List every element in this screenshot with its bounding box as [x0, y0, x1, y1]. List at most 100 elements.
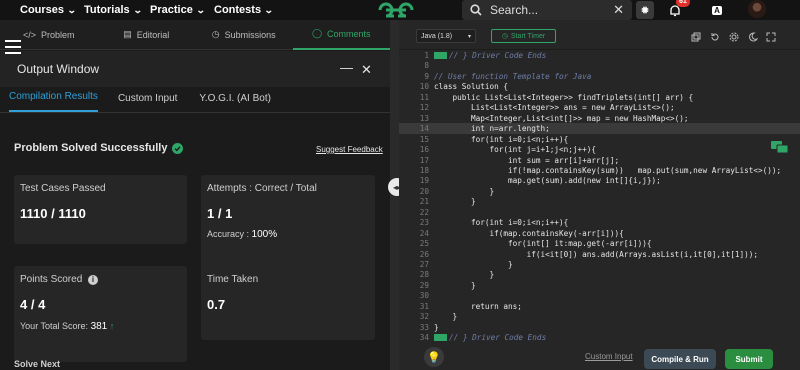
code-line[interactable]: 13 Map<Integer,List<int[]>> map = new Ha… — [399, 113, 800, 124]
code-line-text: } — [434, 312, 458, 322]
submit-button[interactable]: Submit — [725, 349, 773, 369]
gfg-logo-icon[interactable] — [376, 0, 416, 20]
suggest-feedback-link[interactable]: Suggest Feedback — [316, 145, 383, 154]
code-line[interactable]: 8 — [399, 60, 800, 71]
language-select[interactable]: Java (1.8) ▾ — [416, 29, 476, 43]
code-line[interactable]: 15 for(int i=0;i<n;i++){ — [399, 134, 800, 145]
custom-input-link[interactable]: Custom Input — [585, 352, 633, 361]
start-timer-button[interactable]: ◷ Start Timer — [491, 29, 556, 43]
code-line[interactable]: 18 if(!map.containsKey(sum)) map.put(sum… — [399, 165, 800, 176]
info-icon[interactable]: i — [88, 275, 99, 285]
code-line[interactable]: 19 map.get(sum).add(new int[]{i,j}); — [399, 175, 800, 186]
nav-practice[interactable]: Practice ⌄ — [150, 0, 205, 20]
tab-submissions[interactable]: ◷ Submissions — [195, 20, 293, 50]
code-line[interactable]: 21 } — [399, 196, 800, 207]
code-line[interactable]: 28 } — [399, 269, 800, 280]
theme-toggle-sun-icon[interactable]: ✹ — [636, 1, 654, 19]
code-line[interactable]: 23 for(int i=0;i<n;i++){ — [399, 217, 800, 228]
tab-editorial[interactable]: ▤ Editorial — [98, 20, 196, 50]
close-icon[interactable]: ✕ — [613, 2, 624, 18]
code-line[interactable]: 20 } — [399, 186, 800, 197]
user-avatar[interactable] — [748, 0, 766, 18]
nav-tutorials[interactable]: Tutorials ⌄ — [84, 0, 142, 20]
code-line[interactable]: 16 for(int j=i+1;j<n;j++){ — [399, 144, 800, 155]
code-line-text: map.get(sum).add(new int[]{i,j}); — [434, 176, 661, 186]
code-line-text: public List<List<Integer>> findTriplets(… — [434, 92, 694, 102]
compile-run-button[interactable]: Compile & Run — [644, 349, 716, 369]
line-number: 10 — [419, 82, 429, 92]
tab-comments[interactable]: ◯ Comments — [292, 20, 390, 50]
chevron-down-icon: ⌄ — [263, 4, 274, 15]
code-line-text: if(!map.containsKey(sum)) map.put(sum,ne… — [434, 165, 782, 175]
code-area[interactable]: 1 // } Driver Code Ends 8 9 // User function… — [399, 50, 800, 342]
nav-contests-label: Contests — [214, 4, 262, 16]
attempts-label: Attempts : Correct / Total — [207, 183, 317, 194]
code-line[interactable]: 24 if(map.containsKey(-arr[i])){ — [399, 228, 800, 239]
code-text: } — [434, 269, 495, 280]
accuracy-value: 100% — [251, 229, 278, 240]
result-status: Problem Solved Successfully — [14, 142, 184, 154]
nav-contests[interactable]: Contests ⌄ — [214, 0, 274, 20]
code-line[interactable]: 25 for(int[] it:map.get(-arr[i])){ — [399, 238, 800, 249]
code-line-text: return ans; — [434, 301, 522, 311]
code-text: } — [434, 322, 439, 333]
lightbulb-icon[interactable]: 💡 — [424, 347, 444, 367]
code-line[interactable]: 26 if(i<it[0]) ans.add(Arrays.asList(i,i… — [399, 249, 800, 260]
code-line[interactable]: 33} — [399, 322, 800, 333]
time-taken-value: 0.7 — [207, 297, 226, 312]
chat-icon[interactable] — [770, 140, 790, 155]
code-line[interactable]: 10 class Solution { — [399, 81, 800, 92]
copy-icon[interactable] — [691, 32, 701, 42]
code-line[interactable]: 9 // User function Template for Java — [399, 71, 800, 82]
code-line-text: if(i<it[0]) ans.add(Arrays.asList(i,it[0… — [434, 249, 758, 259]
code-line[interactable]: 31 return ans; — [399, 301, 800, 312]
code-line[interactable]: 29 } — [399, 280, 800, 291]
code-line[interactable]: 32 } — [399, 311, 800, 322]
close-icon[interactable]: ✕ — [361, 62, 372, 78]
code-line[interactable]: 14 int n=arr.length; — [399, 123, 800, 135]
code-line[interactable]: 22 — [399, 207, 800, 218]
fullscreen-icon[interactable] — [766, 32, 776, 42]
code-text: } — [434, 186, 495, 197]
line-number: 29 — [419, 280, 429, 290]
check-circle-icon — [172, 142, 184, 154]
code-line-text: if(map.containsKey(-arr[i])){ — [434, 228, 624, 238]
code-text: } — [434, 196, 476, 207]
search-box[interactable]: ✕ — [462, 0, 632, 20]
code-line-text: // } Driver Code Ends — [449, 51, 547, 60]
code-line-text: for(int i=0;i<n;i++){ — [434, 134, 569, 144]
time-taken-card: Time Taken 0.7 — [201, 266, 375, 340]
line-number: 25 — [419, 239, 429, 249]
minimize-icon[interactable]: — — [340, 60, 353, 75]
code-line[interactable]: 27 } — [399, 259, 800, 270]
code-text: List<List<Integer>> ans = new ArrayList<… — [434, 102, 675, 113]
test-cases-value: 1110 / 1110 — [20, 206, 86, 221]
theme-moon-icon[interactable] — [748, 32, 758, 42]
code-line[interactable]: 30 — [399, 290, 800, 301]
fold-marker-icon[interactable] — [434, 52, 447, 59]
line-number: 26 — [419, 249, 429, 259]
code-line-text: // User function Template for Java — [434, 71, 592, 81]
gear-icon[interactable] — [729, 32, 739, 42]
code-line[interactable]: 34 // } Driver Code Ends — [399, 332, 800, 342]
fold-marker-icon[interactable] — [434, 334, 447, 342]
code-text: for(int i=0;i<n;i++){ — [434, 217, 568, 228]
code-line[interactable]: 17 int sum = arr[i]+arr[j]; — [399, 155, 800, 166]
tab-yogi-ai-bot[interactable]: Y.O.G.I. (AI Bot) — [199, 93, 271, 112]
code-line-text: for(int[] it:map.get(-arr[i])){ — [434, 239, 652, 249]
document-icon: ▤ — [123, 29, 132, 39]
tab-custom-input[interactable]: Custom Input — [118, 93, 177, 112]
code-line[interactable]: 11 public List<List<Integer>> findTriple… — [399, 92, 800, 103]
chevron-down-icon: ▾ — [467, 33, 471, 40]
search-input[interactable] — [490, 3, 600, 17]
translate-icon[interactable]: A — [708, 1, 726, 19]
code-line[interactable]: 12 List<List<Integer>> ans = new ArrayLi… — [399, 102, 800, 113]
attempts-value: 1 / 1 — [207, 206, 233, 221]
nav-courses[interactable]: Courses ⌄ — [20, 0, 77, 20]
line-number: 27 — [419, 260, 429, 269]
menu-hamburger-icon[interactable] — [5, 40, 21, 54]
code-line[interactable]: 1 // } Driver Code Ends — [399, 50, 800, 61]
line-number: 33 — [419, 322, 429, 332]
tab-compilation-results[interactable]: Compilation Results — [9, 91, 98, 112]
reset-icon[interactable] — [710, 32, 720, 42]
